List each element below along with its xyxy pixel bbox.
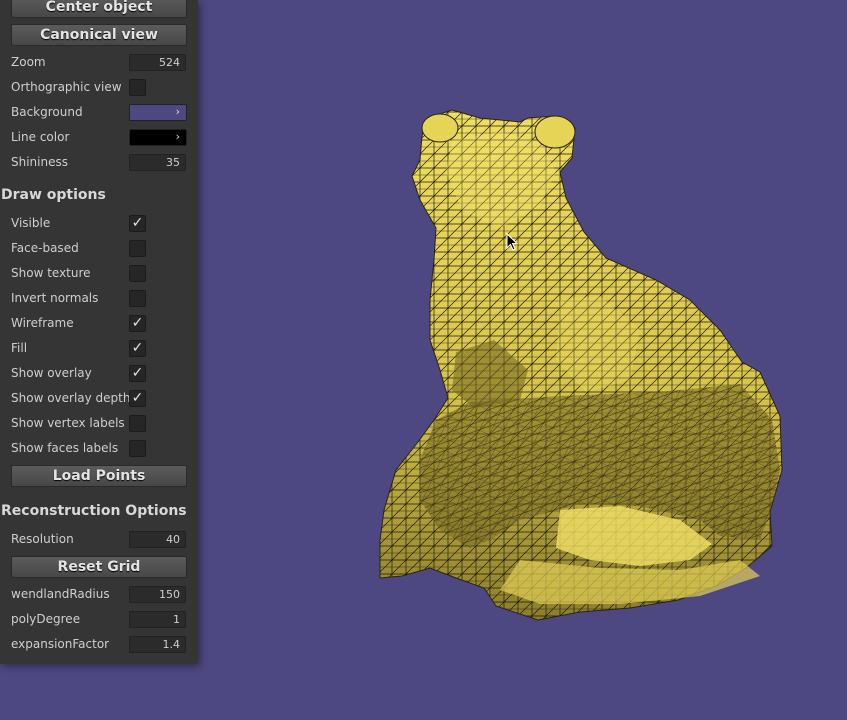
draw-option-show-overlay-depth: Show overlay depth ✓ bbox=[0, 386, 198, 411]
poly-degree-row: polyDegree 1 bbox=[0, 607, 198, 632]
resolution-input[interactable]: 40 bbox=[129, 531, 186, 548]
draw-option-face-based: Face-based bbox=[0, 236, 198, 261]
wendland-radius-row: wendlandRadius 150 bbox=[0, 582, 198, 607]
draw-option-label: Wireframe bbox=[11, 316, 74, 330]
reconstruction-options-heading: Reconstruction Options bbox=[1, 503, 187, 519]
orthographic-checkbox[interactable] bbox=[129, 79, 146, 96]
poly-degree-input[interactable]: 1 bbox=[129, 611, 186, 628]
shininess-label: Shininess bbox=[11, 155, 68, 169]
background-label: Background bbox=[11, 105, 83, 119]
line-color-label: Line color bbox=[11, 130, 70, 144]
resolution-label: Resolution bbox=[11, 532, 74, 546]
bear-mesh-model bbox=[379, 109, 783, 621]
draw-option-show-overlay: Show overlay ✓ bbox=[0, 361, 198, 386]
shininess-row: Shininess 35 bbox=[0, 150, 198, 175]
reset-grid-button[interactable]: Reset Grid bbox=[11, 556, 187, 578]
wendland-radius-label: wendlandRadius bbox=[11, 587, 110, 601]
show-vertex-labels-checkbox[interactable] bbox=[129, 415, 146, 432]
draw-option-show-vertex-labels: Show vertex labels bbox=[0, 411, 198, 436]
canonical-view-button[interactable]: Canonical view bbox=[11, 24, 187, 46]
arrow-pointer-icon bbox=[506, 233, 519, 251]
zoom-label: Zoom bbox=[11, 55, 46, 69]
expansion-factor-row: expansionFactor 1.4 bbox=[0, 632, 198, 657]
face-based-checkbox[interactable] bbox=[129, 240, 146, 257]
draw-option-invert-normals: Invert normals bbox=[0, 286, 198, 311]
line-color-picker[interactable]: › bbox=[129, 129, 187, 146]
background-row: Background › bbox=[0, 100, 198, 125]
draw-option-label: Show texture bbox=[11, 266, 91, 280]
wireframe-checkbox[interactable]: ✓ bbox=[129, 315, 146, 332]
show-texture-checkbox[interactable] bbox=[129, 265, 146, 282]
control-panel: Center object Canonical view Zoom 524 Or… bbox=[0, 0, 198, 664]
draw-option-label: Show faces labels bbox=[11, 441, 119, 455]
draw-option-label: Show overlay bbox=[11, 366, 92, 380]
draw-option-visible: Visible ✓ bbox=[0, 211, 198, 236]
show-overlay-checkbox[interactable]: ✓ bbox=[129, 365, 146, 382]
invert-normals-checkbox[interactable] bbox=[129, 290, 146, 307]
show-faces-labels-checkbox[interactable] bbox=[129, 440, 146, 457]
draw-option-wireframe: Wireframe ✓ bbox=[0, 311, 198, 336]
zoom-input[interactable]: 524 bbox=[129, 54, 186, 71]
center-object-button[interactable]: Center object bbox=[11, 0, 187, 18]
shininess-input[interactable]: 35 bbox=[129, 154, 186, 171]
draw-option-show-texture: Show texture bbox=[0, 261, 198, 286]
expansion-factor-label: expansionFactor bbox=[11, 637, 110, 651]
draw-option-label: Face-based bbox=[11, 241, 79, 255]
wendland-radius-input[interactable]: 150 bbox=[129, 586, 186, 603]
resolution-row: Resolution 40 bbox=[0, 527, 198, 552]
fill-checkbox[interactable]: ✓ bbox=[129, 340, 146, 357]
poly-degree-label: polyDegree bbox=[11, 612, 81, 626]
visible-checkbox[interactable]: ✓ bbox=[129, 215, 146, 232]
line-color-row: Line color › bbox=[0, 125, 198, 150]
draw-option-label: Fill bbox=[11, 341, 28, 355]
draw-option-label: Visible bbox=[11, 216, 51, 230]
draw-option-label: Invert normals bbox=[11, 291, 99, 305]
show-overlay-depth-checkbox[interactable]: ✓ bbox=[129, 390, 146, 407]
zoom-row: Zoom 524 bbox=[0, 50, 198, 75]
draw-option-label: Show overlay depth bbox=[11, 391, 131, 405]
draw-option-label: Show vertex labels bbox=[11, 416, 125, 430]
orthographic-row: Orthographic view bbox=[0, 75, 198, 100]
draw-options-heading: Draw options bbox=[1, 187, 106, 203]
load-points-button[interactable]: Load Points bbox=[11, 465, 187, 487]
draw-option-fill: Fill ✓ bbox=[0, 336, 198, 361]
expansion-factor-input[interactable]: 1.4 bbox=[129, 636, 186, 653]
background-color-picker[interactable]: › bbox=[129, 104, 187, 121]
orthographic-label: Orthographic view bbox=[11, 80, 122, 94]
draw-option-show-faces-labels: Show faces labels bbox=[0, 436, 198, 461]
